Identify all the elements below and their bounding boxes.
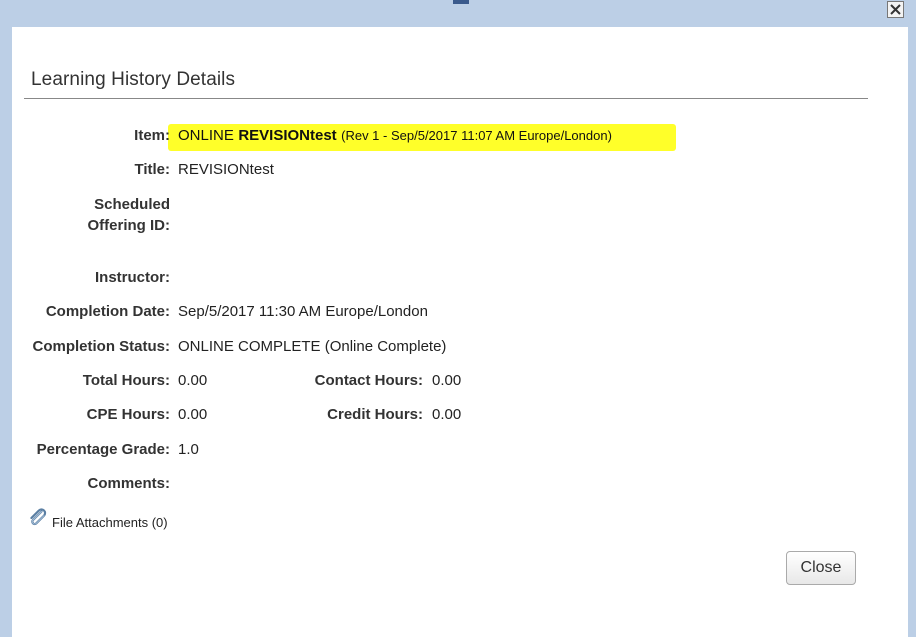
close-x-icon [890,4,901,15]
window-close-button[interactable] [887,1,904,18]
title-value: REVISIONtest [178,161,274,178]
cpe-hours-label: CPE Hours: [86,406,170,423]
close-button[interactable]: Close [786,551,856,585]
completion-date-label: Completion Date: [45,303,170,320]
item-name: REVISIONtest [238,127,337,144]
file-attachments-link[interactable]: File Attachments (0) [28,505,168,530]
cpe-hours-value: 0.00 [178,406,208,423]
percentage-grade-value: 1.0 [178,441,199,458]
completion-date-value: Sep/5/2017 11:30 AM Europe/London [178,303,428,320]
credit-hours-label: Credit Hours: [327,406,423,423]
scheduled-label-line2: Offering ID: [87,217,171,234]
completion-status-value: ONLINE COMPLETE (Online Complete) [178,338,447,355]
paperclip-icon [30,507,47,525]
modal-overlay: Learning History Details Item: ONLINE RE… [0,0,916,637]
scheduled-label-line1: Scheduled [94,196,170,213]
total-hours-value: 0.00 [178,372,208,389]
instructor-label: Instructor: [95,269,170,286]
contact-hours-value: 0.00 [432,372,462,389]
learning-history-dialog: Learning History Details Item: ONLINE RE… [12,27,908,637]
total-hours-label: Total Hours: [82,372,170,389]
dialog-title: Learning History Details [31,69,236,90]
window-grip [453,0,469,4]
item-value: ONLINE REVISIONtest (Rev 1 - Sep/5/2017 … [178,127,612,145]
percentage-grade-label: Percentage Grade: [36,441,170,458]
contact-hours-label: Contact Hours: [314,372,423,389]
item-revision: (Rev 1 - Sep/5/2017 11:07 AM Europe/Lond… [341,128,612,143]
item-prefix: ONLINE [178,127,234,144]
title-divider [24,98,868,99]
title-label: Title: [134,161,170,178]
comments-label: Comments: [87,475,170,492]
credit-hours-value: 0.00 [432,406,462,423]
completion-status-label: Completion Status: [32,338,171,355]
file-attachments-label: File Attachments (0) [52,515,168,530]
item-label: Item: [134,127,170,144]
